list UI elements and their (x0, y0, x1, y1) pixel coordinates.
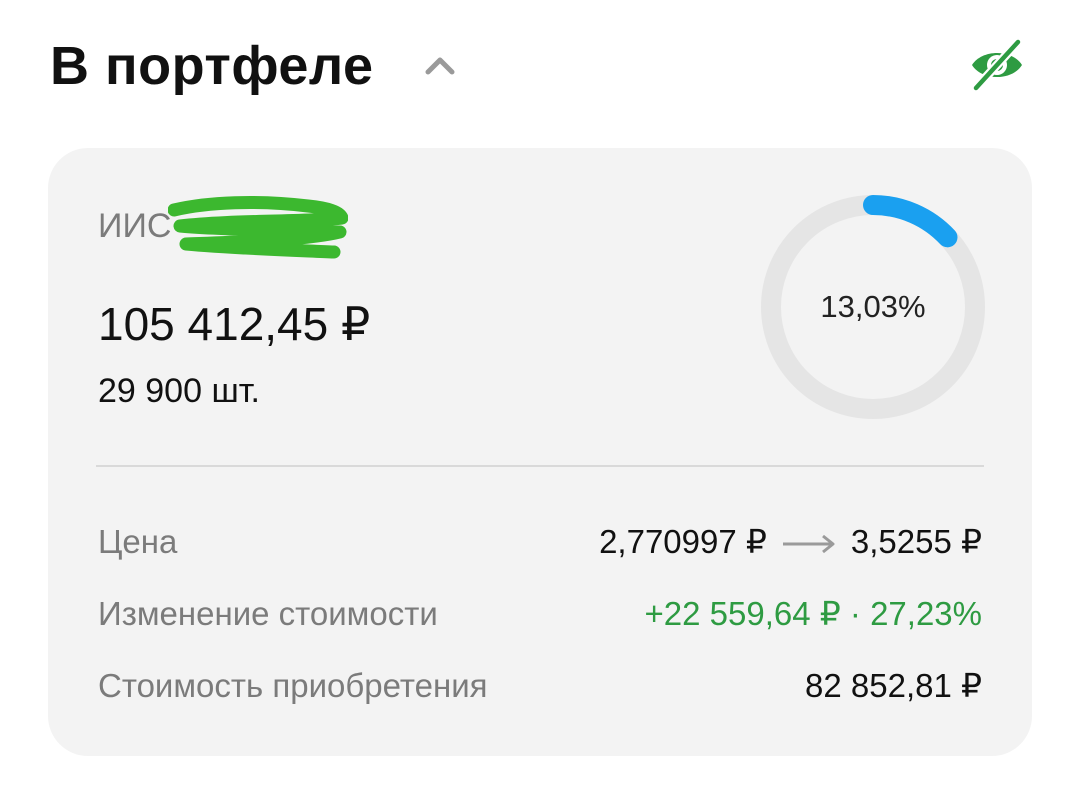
value-change-row: Изменение стоимости +22 559,64 ₽ · 27,23… (98, 592, 982, 636)
value-change-value: +22 559,64 ₽ · 27,23% (644, 595, 983, 632)
portfolio-header: В портфеле (50, 28, 1030, 108)
purchase-cost-row: Стоимость приобретения 82 852,81 ₽ (98, 664, 982, 708)
price-to: 3,5255 ₽ (850, 523, 982, 560)
price-from: 2,770997 ₽ (599, 523, 767, 560)
price-value: 2,770997 ₽ 3,5255 ₽ (599, 520, 982, 564)
eye-off-icon[interactable] (968, 36, 1026, 94)
arrow-right-icon (782, 535, 835, 554)
chevron-up-icon[interactable] (422, 50, 458, 80)
value-change-label: Изменение стоимости (98, 595, 438, 632)
price-row: Цена 2,770997 ₽ 3,5255 ₽ (98, 520, 982, 564)
redaction-scribble (168, 196, 348, 259)
account-name: ИИС (98, 207, 172, 245)
purchase-cost-value: 82 852,81 ₽ (805, 667, 982, 704)
purchase-cost-label: Стоимость приобретения (98, 667, 488, 704)
share-arc (863, 195, 958, 248)
share-percent: 13,03% (820, 289, 926, 324)
price-label: Цена (98, 523, 178, 560)
section-title: В портфеле (50, 36, 374, 96)
position-quantity: 29 900 шт. (98, 372, 260, 410)
position-amount: 105 412,45 ₽ (98, 298, 371, 350)
position-card[interactable]: ИИС 105 412,45 ₽ 29 900 шт. 13,03% Цена … (48, 148, 1032, 756)
divider (96, 465, 984, 467)
